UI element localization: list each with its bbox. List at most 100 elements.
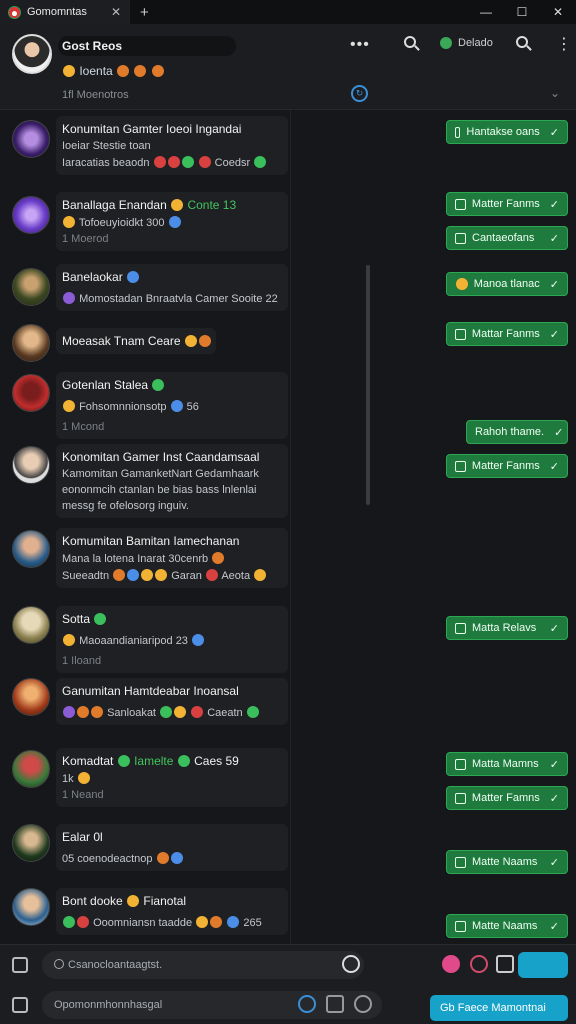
composer-row-top: Csanocloantaagtst. (0, 945, 576, 985)
emoji-icon (77, 772, 90, 784)
emoji-icon (113, 569, 126, 581)
smile-icon (456, 278, 468, 290)
action-button[interactable]: Matte Naams ✓ (446, 914, 568, 938)
gif-icon[interactable] (470, 955, 488, 973)
action-button[interactable]: Matta Mamns ✓ (446, 752, 568, 776)
window-controls: — ☐ ✕ (468, 0, 576, 24)
voice-button[interactable] (518, 952, 568, 978)
pencil-icon (127, 895, 140, 907)
action-label: Mattar Fanms (471, 328, 540, 340)
action-label: Cantaeofans (472, 232, 535, 244)
timer-icon[interactable] (342, 955, 360, 973)
message-bubble: Banelaokar Momostadan Bnraatvla Camer So… (56, 264, 288, 311)
more-options-icon[interactable]: ••• (350, 36, 370, 54)
action-button[interactable]: Cantaeofans ✓ (446, 226, 568, 250)
emoji-picker-icon[interactable] (354, 995, 372, 1013)
message-line: Sueeadtn Garan Aeota (62, 569, 282, 582)
new-tab-button[interactable]: + (140, 4, 149, 21)
emoji-icon (152, 379, 165, 391)
emoji-icon (246, 706, 259, 718)
message-text: Mana la lotena Inarat 30cenrb (62, 553, 209, 565)
attach-icon[interactable] (12, 997, 28, 1013)
chevron-down-icon[interactable]: ⌄ (550, 86, 560, 100)
message-text: Aeota (221, 570, 251, 582)
square-icon (455, 758, 466, 770)
emoji-icon (177, 755, 190, 767)
sync-icon[interactable]: ↻ (351, 85, 368, 102)
emoji-icon (63, 216, 75, 228)
message-text: Coedsr (214, 157, 251, 169)
square-icon (455, 622, 466, 634)
action-button[interactable]: Manoa tlanac ✓ (446, 272, 568, 296)
tab-close-icon[interactable]: ✕ (111, 5, 121, 19)
message-meta: 1 Neand (62, 789, 104, 801)
check-icon: ✓ (549, 622, 559, 635)
attach-icon[interactable] (12, 957, 28, 973)
check-icon: ✓ (549, 198, 559, 211)
input-placeholder: Csanocloantaagtst. (68, 959, 163, 971)
chat-tag: Iamelte (134, 754, 174, 768)
search-icon[interactable] (516, 36, 528, 51)
message-text: messg fe ofelosorg inguiv. (62, 500, 189, 512)
status-line: Ioenta (62, 64, 165, 78)
message-text: Kamomitan GamanketNart Gedamhaark (62, 468, 259, 480)
avatar (12, 268, 50, 306)
send-button[interactable]: Gb Faece Mamontnai (430, 995, 568, 1021)
emoji-icon (254, 156, 267, 168)
check-icon: ✓ (549, 126, 559, 139)
avatar (12, 606, 50, 644)
action-button[interactable]: Hantakse oans ✓ (446, 120, 568, 144)
message-meta: 1 Moerod (62, 233, 109, 245)
maximize-button[interactable]: ☐ (504, 0, 540, 24)
contact-name[interactable]: Gost Reos (58, 36, 236, 56)
action-button[interactable]: Matta Relavs ✓ (446, 616, 568, 640)
emoji-icon (151, 65, 164, 77)
online-status[interactable]: Delado (440, 37, 493, 49)
square-icon (455, 920, 466, 932)
check-icon: ✓ (549, 460, 559, 473)
message-input[interactable]: Csanocloantaagtst. (42, 951, 364, 979)
action-label: Rahoh thame. (475, 426, 545, 438)
message-text: Sanloakat (107, 707, 156, 719)
chat-name: Banallaga Enandan Conte 13 (62, 198, 282, 212)
chat-list: Konumitan Gamter Ioeoi Ingandai Ioeiar S… (0, 110, 576, 944)
check-icon: ✓ (554, 426, 564, 439)
search-icon[interactable] (404, 36, 416, 51)
close-window-button[interactable]: ✕ (540, 0, 576, 24)
chat-name: Konomitan Gamer Inst Caandamsaal (62, 450, 260, 464)
emoji-icon (63, 706, 75, 718)
action-button[interactable]: Rahoh thame. ✓ (466, 420, 568, 444)
message-bubble: Komadtat Iamelte Caes 59 1k 1 Neand (56, 748, 288, 807)
chat-name: Bont dooke Fianotal (62, 894, 282, 908)
check-icon: ✓ (549, 856, 559, 869)
avatar[interactable] (12, 34, 52, 74)
menu-icon[interactable]: ⋮ (556, 34, 572, 54)
image-icon[interactable] (326, 995, 344, 1013)
action-button[interactable]: Mattar Fanms ✓ (446, 322, 568, 346)
chat-name-text: Caes 59 (194, 754, 239, 768)
avatar (12, 446, 50, 484)
message-text: Ioeiar Stestie toan (62, 140, 151, 152)
chat-name: Sotta (62, 612, 282, 626)
avatar (12, 120, 50, 158)
minimize-button[interactable]: — (468, 0, 504, 24)
message-count: 265 (243, 917, 262, 929)
action-button[interactable]: Matter Famns ✓ (446, 786, 568, 810)
message-text: Garan (171, 570, 202, 582)
message-text: Tofoeuyioidkt 300 (78, 217, 165, 229)
browser-tab[interactable]: Gomomntas ✕ (0, 0, 130, 24)
message-bubble: Banallaga Enandan Conte 13 Tofoeuyioidkt… (56, 192, 288, 251)
pen-icon[interactable] (496, 955, 514, 973)
check-icon: ✓ (549, 232, 559, 245)
clock-icon (54, 959, 64, 969)
message-bubble: Moeasak Tnam Ceare (56, 328, 216, 354)
action-button[interactable]: Matte Naams ✓ (446, 850, 568, 874)
action-button[interactable]: Matter Fanms ✓ (446, 192, 568, 216)
action-button[interactable]: Matter Fanms ✓ (446, 454, 568, 478)
tab-title: Gomomntas (27, 6, 87, 18)
info-icon[interactable] (298, 995, 316, 1013)
message-line: Ooomniansn taadde 265 (62, 916, 282, 929)
chat-name: Komadtat Iamelte Caes 59 (62, 754, 282, 768)
sticker-icon[interactable] (442, 955, 460, 973)
message-text: Caeatn (207, 707, 243, 719)
